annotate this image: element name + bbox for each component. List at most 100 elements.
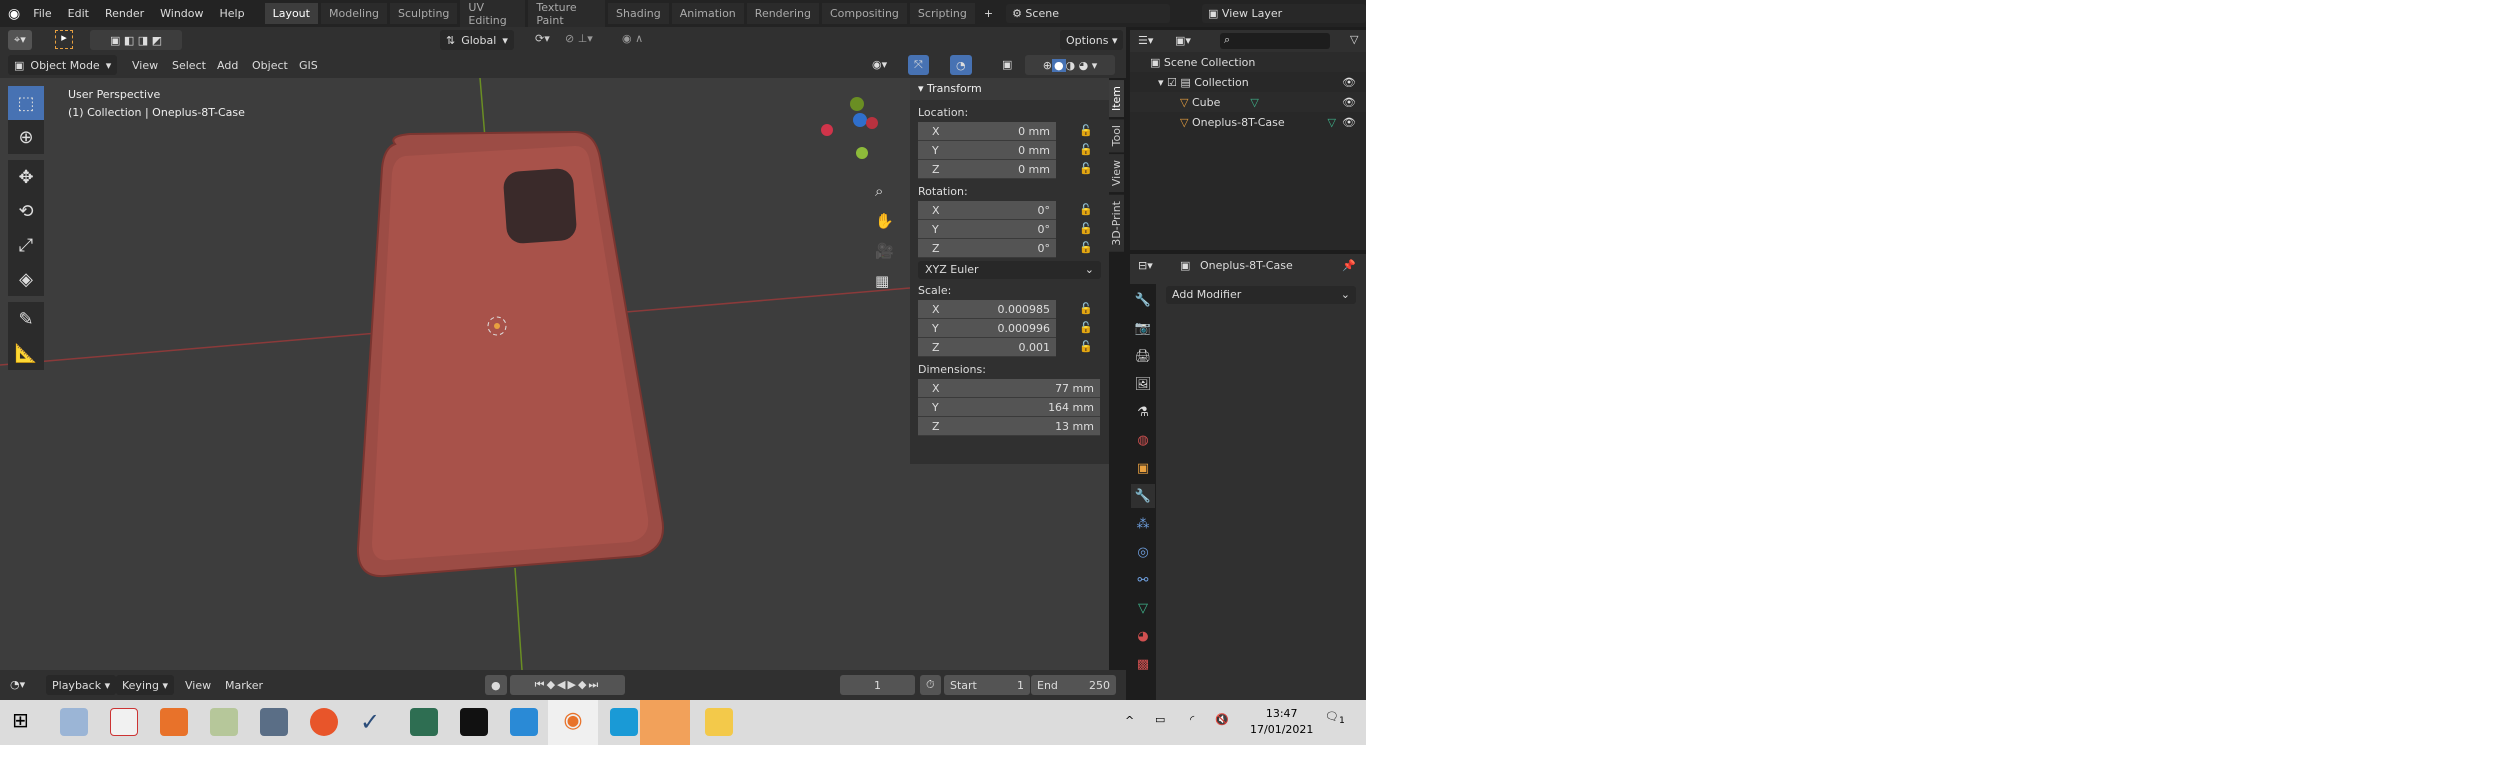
lock-icon[interactable]: 🔓 <box>1079 241 1093 254</box>
constraints-tab-icon[interactable]: ⚯ <box>1131 568 1155 592</box>
calculator-icon[interactable] <box>260 708 288 736</box>
rotation-mode-dropdown[interactable]: XYZ Euler ⌄ <box>918 261 1101 279</box>
annotate-tool-icon[interactable]: ✎ <box>8 302 44 336</box>
menu-add[interactable]: Add <box>210 56 245 75</box>
film-app-icon[interactable] <box>460 708 488 736</box>
options-dropdown[interactable]: Options ▾ <box>1060 30 1124 50</box>
object-tab-icon[interactable]: ▣ <box>1131 456 1155 480</box>
current-frame-field[interactable]: 1 <box>840 675 915 695</box>
dimension-x-field[interactable]: X 77 mm <box>918 379 1100 398</box>
modifier-tab-icon[interactable]: 🔧 <box>1131 484 1155 508</box>
scale-y-field[interactable]: Y 0.000996 <box>918 319 1056 338</box>
tab-shading[interactable]: Shading <box>608 3 669 24</box>
tab-scripting[interactable]: Scripting <box>909 3 975 24</box>
tab-rendering[interactable]: Rendering <box>746 3 819 24</box>
playback-dropdown[interactable]: Playback ▾ <box>46 675 117 695</box>
pin-icon[interactable]: 📌 <box>1342 259 1356 272</box>
lock-icon[interactable]: 🔓 <box>1079 222 1093 235</box>
pan-hand-icon[interactable]: ✋ <box>875 206 894 236</box>
filter-icon[interactable]: ▽ <box>1350 33 1358 46</box>
tab-sculpting[interactable]: Sculpting <box>390 3 458 24</box>
start-frame-field[interactable]: Start 1 <box>944 675 1030 695</box>
data-tab-icon[interactable]: ▽ <box>1131 596 1155 620</box>
menu-help[interactable]: Help <box>213 4 252 23</box>
render-tab-icon[interactable]: 📷 <box>1131 316 1155 340</box>
material-tab-icon[interactable]: ◕ <box>1131 624 1155 648</box>
transform-tool-icon[interactable]: ◈ <box>8 262 44 296</box>
select-tool-icon[interactable]: ▸ <box>55 30 73 49</box>
scale-x-field[interactable]: X 0.000985 <box>918 300 1056 319</box>
lock-icon[interactable]: 🔓 <box>1079 124 1093 137</box>
orientation-dropdown[interactable]: ⇅ Global ▾ <box>440 30 514 50</box>
rotation-y-field[interactable]: Y 0° <box>918 220 1056 239</box>
tab-3d-print[interactable]: 3D-Print <box>1109 194 1124 252</box>
eye-icon[interactable]: 👁 <box>1342 76 1356 89</box>
tab-modeling[interactable]: Modeling <box>320 3 388 24</box>
wifi-icon[interactable]: ◜ <box>1190 713 1194 726</box>
keying-dropdown[interactable]: Keying ▾ <box>116 675 174 695</box>
snap-icon[interactable]: ⊘ ⊥▾ <box>565 32 593 45</box>
rotation-z-field[interactable]: Z 0° <box>918 239 1056 258</box>
add-modifier-dropdown[interactable]: Add Modifier ⌄ <box>1166 286 1356 304</box>
select-mode-buttons[interactable]: ▣ ◧ ◨ ◩ <box>90 30 182 50</box>
mode-dropdown[interactable]: ▣ Object Mode ▾ <box>8 55 118 75</box>
location-y-field[interactable]: Y 0 mm <box>918 141 1056 160</box>
eye-icon[interactable]: 👁 <box>1342 116 1356 129</box>
editor-type-icon[interactable]: ⊟▾ <box>1138 259 1153 272</box>
tool-tab-icon[interactable]: 🔧 <box>1131 288 1155 312</box>
cursor-tool-icon[interactable]: ⊕ <box>8 120 44 154</box>
firefox-icon[interactable] <box>310 708 338 736</box>
proportional-edit-icon[interactable]: ◉ ∧ <box>622 32 643 45</box>
menu-select[interactable]: Select <box>165 56 213 75</box>
tab-layout[interactable]: Layout <box>264 3 318 24</box>
rotation-x-field[interactable]: X 0° <box>918 201 1056 220</box>
view-layer-selector[interactable]: ▣ View Layer <box>1202 4 1366 23</box>
move-tool-icon[interactable]: ✥ <box>8 160 44 194</box>
transform-header[interactable]: ▾ Transform <box>910 78 1109 100</box>
outliner-scene-collection[interactable]: ▣ Scene Collection <box>1130 52 1366 72</box>
sticky-notes-icon[interactable] <box>640 700 690 745</box>
world-tab-icon[interactable]: ◍ <box>1131 428 1155 452</box>
gizmo-toggle-icon[interactable]: ⤧ <box>908 55 929 75</box>
display-mode-icon[interactable]: ☰▾ <box>1138 34 1153 47</box>
end-frame-field[interactable]: End 250 <box>1031 675 1116 695</box>
editor-type-icon[interactable]: ◔▾ <box>10 678 25 691</box>
regstax-icon[interactable] <box>410 708 438 736</box>
blender-taskbar-icon[interactable]: ◉ <box>548 700 598 745</box>
menu-view[interactable]: View <box>125 56 165 75</box>
menu-object[interactable]: Object <box>245 56 295 75</box>
tab-uv-editing[interactable]: UV Editing <box>460 0 526 31</box>
grid-perspective-icon[interactable]: ▦ <box>875 266 894 296</box>
tab-item[interactable]: Item <box>1109 80 1124 118</box>
paint-app-icon[interactable] <box>60 708 88 736</box>
tab-texture-paint[interactable]: Texture Paint <box>528 0 606 31</box>
outliner-item-oneplus-case[interactable]: ▽ Oneplus-8T-Case ▽ 👁 <box>1130 112 1366 132</box>
tab-animation[interactable]: Animation <box>671 3 744 24</box>
volume-muted-icon[interactable]: 🔇 <box>1215 713 1229 726</box>
location-x-field[interactable]: X 0 mm <box>918 122 1056 141</box>
zoom-icon[interactable]: ⌕ <box>875 176 894 206</box>
menu-gis[interactable]: GIS <box>292 56 325 75</box>
overlay-toggle-icon[interactable]: ◔ <box>950 55 972 75</box>
record-button[interactable]: ● <box>485 675 507 695</box>
tab-view[interactable]: View <box>1109 154 1124 193</box>
dimension-y-field[interactable]: Y 164 mm <box>918 398 1100 417</box>
lock-icon[interactable]: 🔓 <box>1079 203 1093 216</box>
menu-render[interactable]: Render <box>98 4 151 23</box>
filter-view-icon[interactable]: ▣▾ <box>1175 34 1191 47</box>
tray-chevron-icon[interactable]: ^ <box>1125 714 1134 727</box>
location-z-field[interactable]: Z 0 mm <box>918 160 1056 179</box>
blue-app-icon[interactable] <box>510 708 538 736</box>
menu-marker[interactable]: Marker <box>218 676 270 695</box>
menu-window[interactable]: Window <box>153 4 210 23</box>
outliner-collection[interactable]: ▾ ☑ ▤ Collection 👁 <box>1130 72 1366 92</box>
file-explorer-icon[interactable] <box>705 708 733 736</box>
menu-edit[interactable]: Edit <box>61 4 96 23</box>
shading-modes[interactable]: ⊕ ● ◑ ◕ ▾ <box>1025 55 1115 75</box>
stopwatch-icon[interactable]: ⏱ <box>920 675 941 695</box>
menu-file[interactable]: File <box>26 4 58 23</box>
playback-controls[interactable]: ⏮◆◀▶◆⏭ <box>510 675 625 695</box>
tab-tool[interactable]: Tool <box>1109 119 1124 153</box>
tab-compositing[interactable]: Compositing <box>821 3 907 24</box>
menu-view[interactable]: View <box>178 676 218 695</box>
